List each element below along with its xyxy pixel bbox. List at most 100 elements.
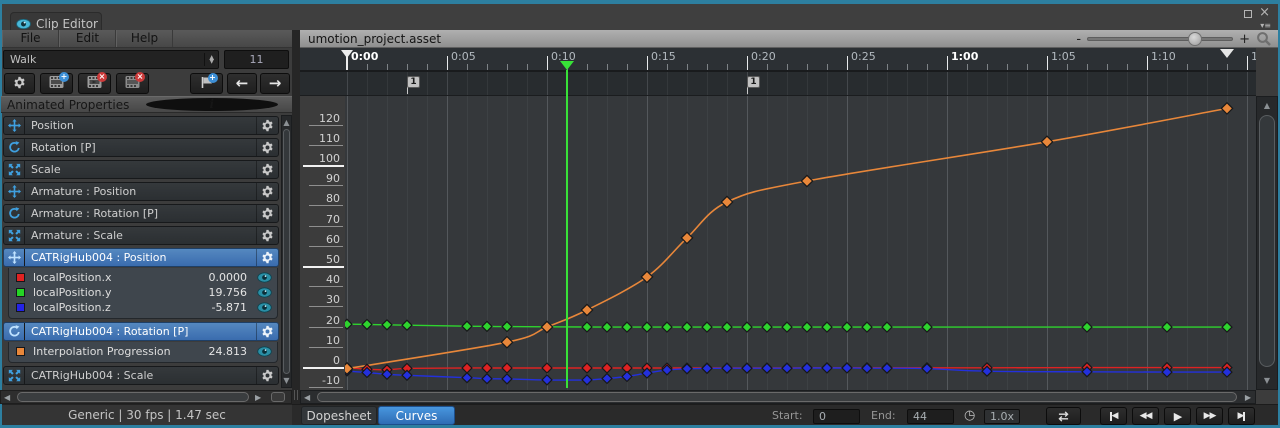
remove-clip-button[interactable]: × — [78, 73, 111, 94]
property-row[interactable]: Scale — [3, 160, 279, 179]
ruler-tick — [867, 64, 868, 70]
property-row[interactable]: CATRigHub004 : Rotation [P] — [3, 322, 279, 341]
timeline-hscrollbar-thumb[interactable] — [317, 392, 1237, 402]
add-clip-button[interactable]: + — [40, 73, 73, 94]
property-row[interactable]: Rotation [P] — [3, 138, 279, 157]
zoom-in-button[interactable]: + — [1239, 33, 1250, 46]
event-flag[interactable]: 1 — [407, 76, 420, 88]
timeline-hscrollbar[interactable]: ◀ ▶ — [300, 390, 1256, 404]
clip-start-marker[interactable] — [341, 50, 353, 58]
zoom-out-button[interactable]: - — [1076, 33, 1081, 46]
add-key-button[interactable]: + — [190, 73, 223, 94]
scroll-down-icon[interactable]: ▼ — [1257, 376, 1277, 385]
property-row[interactable]: Position — [3, 116, 279, 135]
property-row[interactable]: Armature : Rotation [P] — [3, 204, 279, 223]
close-icon[interactable]: × — [1259, 8, 1270, 18]
scroll-right-icon[interactable]: ▶ — [1245, 392, 1251, 403]
visibility-eye-icon[interactable] — [254, 272, 274, 283]
property-settings-button[interactable] — [256, 227, 278, 244]
property-settings-button[interactable] — [256, 139, 278, 156]
event-flag[interactable]: 1 — [747, 76, 760, 88]
rewind-button[interactable]: ◀◀ — [1132, 407, 1159, 425]
property-row[interactable]: Armature : Scale — [3, 226, 279, 245]
playback-speed-field[interactable]: 1.0x — [984, 409, 1020, 424]
curve-plot[interactable] — [345, 96, 1256, 390]
property-hscrollbar[interactable]: ◀ ▶ — [0, 390, 292, 404]
tab-curves[interactable]: Curves — [378, 406, 455, 425]
property-settings-button[interactable] — [256, 323, 278, 340]
ruler-time-label: 0:00 — [351, 50, 378, 63]
magnifier-icon[interactable] — [1256, 31, 1272, 47]
scroll-up-icon[interactable]: ▲ — [282, 118, 291, 127]
curve-vertical-scrollbar[interactable]: ▲ ▼ — [1256, 96, 1278, 390]
property-row[interactable]: Armature : Position — [3, 182, 279, 201]
ruler-tick — [1067, 64, 1068, 70]
prev-frame-button[interactable]: ← — [227, 73, 257, 94]
visibility-eye-icon[interactable] — [254, 302, 274, 313]
event-gridline — [1207, 72, 1208, 96]
event-gridline — [387, 72, 388, 96]
property-settings-button[interactable] — [256, 249, 278, 266]
property-list: Position Rotation [P] Scale Armature : Posi… — [3, 116, 279, 388]
value-axis-label: 50 — [300, 253, 340, 266]
event-gridline — [527, 72, 528, 96]
clock-icon: ◷ — [964, 408, 975, 423]
go-to-start-button[interactable]: ◀ — [1100, 407, 1127, 425]
playhead-line[interactable] — [566, 70, 568, 388]
property-settings-button[interactable] — [256, 117, 278, 134]
scroll-right-icon[interactable]: ▶ — [255, 392, 261, 403]
play-button[interactable]: ▶ — [1164, 407, 1191, 425]
playhead-marker[interactable] — [560, 61, 574, 70]
end-frame-field[interactable]: 44 — [907, 409, 954, 424]
scroll-down-icon[interactable]: ▼ — [282, 376, 291, 385]
curve-color-swatch — [16, 347, 25, 356]
zoom-slider-thumb[interactable] — [1188, 32, 1202, 46]
curve-vscrollbar-thumb[interactable] — [1259, 115, 1275, 367]
info-icon[interactable]: i — [146, 98, 279, 111]
bottom-control-bar: Dopesheet Curves Start: 0 End: 44 ◷ 1.0x… — [292, 404, 1278, 425]
scroll-left-icon[interactable]: ◀ — [304, 392, 310, 403]
clip-dropdown[interactable]: Walk ▲▼ — [3, 50, 219, 69]
loop-toggle-button[interactable] — [1046, 407, 1081, 425]
current-frame-field[interactable]: 11 — [224, 50, 289, 69]
clip-end-marker[interactable] — [1220, 49, 1234, 58]
property-list-scrollbar[interactable]: ▲ ▼ — [281, 115, 292, 388]
event-track[interactable]: 11 — [300, 72, 1256, 96]
maximize-icon[interactable] — [1244, 10, 1252, 18]
settings-button[interactable] — [4, 73, 35, 94]
scroll-left-icon[interactable]: ◀ — [4, 392, 10, 403]
property-scrollbar-thumb[interactable] — [283, 129, 290, 374]
event-gridline — [627, 72, 628, 96]
visibility-eye-icon[interactable] — [254, 287, 274, 298]
timeline-ruler[interactable]: 0:000:050:100:150:200:251:001:051:101:15 — [300, 48, 1256, 72]
tab-dopesheet[interactable]: Dopesheet — [301, 406, 377, 425]
zoom-slider[interactable] — [1087, 37, 1233, 41]
value-axis-tick — [309, 226, 343, 227]
property-row[interactable]: CATRigHub004 : Position — [3, 248, 279, 267]
delete-clip-button[interactable]: × — [116, 73, 149, 94]
next-frame-button[interactable]: → — [260, 73, 290, 94]
value-axis-label: 100 — [300, 152, 340, 165]
menu-item-file[interactable]: File — [2, 30, 59, 47]
property-settings-button[interactable] — [256, 205, 278, 222]
value-axis-tick — [303, 367, 344, 369]
property-settings-button[interactable] — [256, 183, 278, 200]
curve-channel-row[interactable]: localPosition.z-5.871 — [9, 300, 277, 315]
property-row[interactable]: CATRigHub004 : Scale — [3, 366, 279, 385]
property-settings-button[interactable] — [256, 367, 278, 384]
scroll-up-icon[interactable]: ▲ — [1257, 101, 1277, 110]
go-to-end-button[interactable]: ▶ — [1228, 407, 1255, 425]
value-axis-label: 0 — [300, 354, 340, 367]
menu-item-edit[interactable]: Edit — [59, 30, 116, 47]
fast-forward-button[interactable]: ▶▶ — [1196, 407, 1223, 425]
ruler-tick — [767, 64, 768, 70]
visibility-eye-icon[interactable] — [254, 346, 274, 357]
curve-channel-row[interactable]: Interpolation Progression24.813 — [9, 344, 277, 359]
property-children-panel: localPosition.x0.0000localPosition.y19.7… — [8, 268, 278, 319]
property-settings-button[interactable] — [256, 161, 278, 178]
curve-channel-row[interactable]: localPosition.y19.756 — [9, 285, 277, 300]
property-hscrollbar-thumb[interactable] — [17, 392, 249, 402]
menu-item-help[interactable]: Help — [116, 30, 173, 47]
start-frame-field[interactable]: 0 — [813, 409, 860, 424]
curve-channel-row[interactable]: localPosition.x0.0000 — [9, 270, 277, 285]
